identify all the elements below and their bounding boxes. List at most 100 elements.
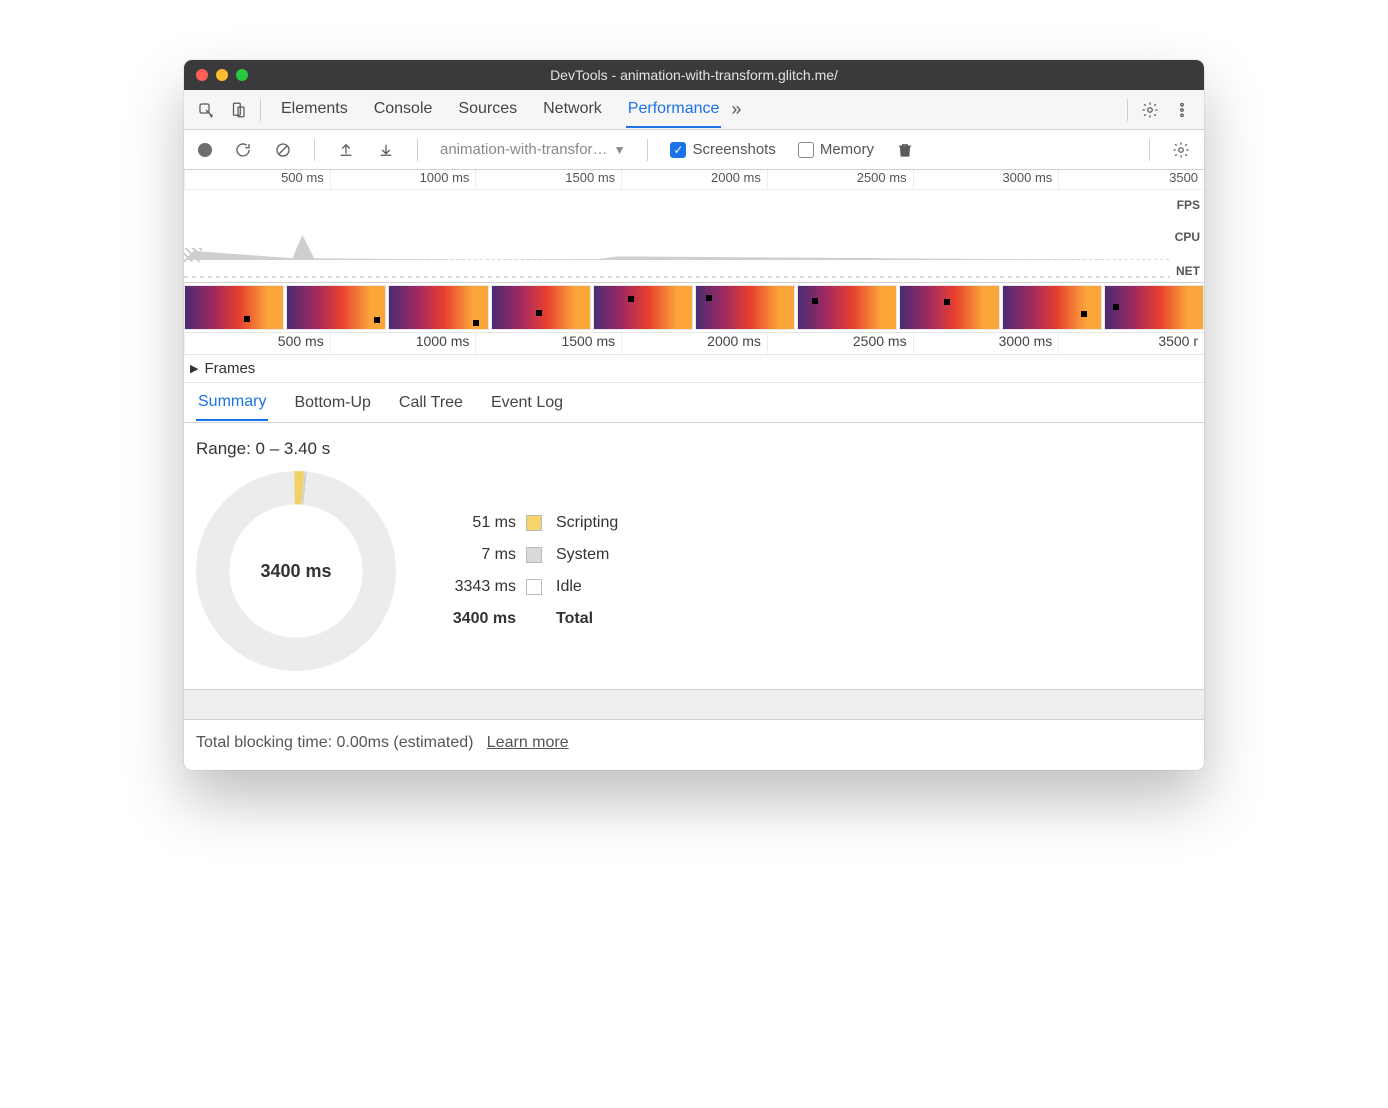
dropdown-caret-icon: ▼ bbox=[614, 143, 626, 157]
summary-legend: 51 ms Scripting 7 ms System 3343 ms Idle… bbox=[426, 514, 618, 628]
record-button[interactable] bbox=[192, 143, 218, 157]
legend-label: Scripting bbox=[556, 514, 618, 532]
tick: 3000 ms bbox=[913, 170, 1059, 189]
close-window-button[interactable] bbox=[196, 69, 208, 81]
kebab-menu-icon[interactable] bbox=[1166, 94, 1198, 126]
tick: 500 ms bbox=[184, 333, 330, 354]
cpu-lane-label: CPU bbox=[1175, 230, 1200, 244]
net-lane-label: NET bbox=[1176, 264, 1200, 278]
overview-lanes: FPS CPU NET bbox=[184, 190, 1204, 282]
memory-checkbox[interactable] bbox=[798, 142, 814, 158]
save-profile-button[interactable] bbox=[371, 141, 401, 159]
tab-call-tree[interactable]: Call Tree bbox=[397, 386, 465, 420]
tick: 2500 ms bbox=[767, 333, 913, 354]
tick: 1500 ms bbox=[475, 170, 621, 189]
garbage-collect-button[interactable] bbox=[890, 141, 920, 159]
tick: 2000 ms bbox=[621, 170, 767, 189]
frames-label: Frames bbox=[204, 360, 255, 377]
screenshots-checkbox[interactable]: ✓ bbox=[670, 142, 686, 158]
range-label: Range: 0 – 3.40 s bbox=[196, 439, 1192, 459]
filmstrip-frame[interactable] bbox=[593, 285, 693, 330]
cpu-chart bbox=[184, 224, 1170, 260]
tab-performance[interactable]: Performance bbox=[626, 92, 722, 128]
learn-more-link[interactable]: Learn more bbox=[487, 734, 569, 751]
titlebar: DevTools - animation-with-transform.glit… bbox=[184, 60, 1204, 90]
legend-value: 51 ms bbox=[426, 514, 516, 532]
divider bbox=[417, 139, 418, 161]
tick: 3000 ms bbox=[913, 333, 1059, 354]
overview-ruler: 500 ms 1000 ms 1500 ms 2000 ms 2500 ms 3… bbox=[184, 170, 1204, 190]
tab-console[interactable]: Console bbox=[372, 92, 435, 128]
tab-event-log[interactable]: Event Log bbox=[489, 386, 565, 420]
tick: 500 ms bbox=[184, 170, 330, 189]
reload-record-button[interactable] bbox=[228, 141, 258, 159]
legend-swatch-scripting bbox=[526, 515, 542, 531]
filmstrip-frame[interactable] bbox=[491, 285, 591, 330]
divider bbox=[1149, 139, 1150, 161]
net-lane bbox=[184, 276, 1170, 278]
more-tabs-icon[interactable]: » bbox=[721, 99, 751, 120]
inspect-icon[interactable] bbox=[190, 94, 222, 126]
tab-summary[interactable]: Summary bbox=[196, 385, 268, 421]
frame-marker bbox=[1081, 311, 1087, 317]
settings-icon[interactable] bbox=[1134, 94, 1166, 126]
filmstrip-frame[interactable] bbox=[899, 285, 999, 330]
minimize-window-button[interactable] bbox=[216, 69, 228, 81]
timeline-overview[interactable]: 500 ms 1000 ms 1500 ms 2000 ms 2500 ms 3… bbox=[184, 170, 1204, 283]
memory-label: Memory bbox=[820, 141, 874, 158]
filmstrip-frame[interactable] bbox=[388, 285, 488, 330]
traffic-lights bbox=[184, 69, 248, 81]
tab-bottom-up[interactable]: Bottom-Up bbox=[292, 386, 372, 420]
tick: 3500 r bbox=[1058, 333, 1204, 354]
performance-toolbar: animation-with-transfor… ▼ ✓ Screenshots… bbox=[184, 130, 1204, 170]
filmstrip-frame[interactable] bbox=[797, 285, 897, 330]
fps-lane-label: FPS bbox=[1177, 198, 1200, 212]
memory-toggle[interactable]: Memory bbox=[792, 141, 880, 158]
legend-label: System bbox=[556, 546, 618, 564]
frame-marker bbox=[944, 299, 950, 305]
details-tabbar: Summary Bottom-Up Call Tree Event Log bbox=[184, 383, 1204, 423]
screenshots-label: Screenshots bbox=[692, 141, 775, 158]
tick: 1000 ms bbox=[330, 333, 476, 354]
recording-selector[interactable]: animation-with-transfor… ▼ bbox=[434, 141, 631, 158]
load-profile-button[interactable] bbox=[331, 141, 361, 159]
filmstrip-frame[interactable] bbox=[286, 285, 386, 330]
tick: 1000 ms bbox=[330, 170, 476, 189]
footer: Total blocking time: 0.00ms (estimated) … bbox=[184, 720, 1204, 770]
tab-network[interactable]: Network bbox=[541, 92, 604, 128]
device-toggle-icon[interactable] bbox=[222, 94, 254, 126]
filmstrip-frame[interactable] bbox=[184, 285, 284, 330]
window-title: DevTools - animation-with-transform.glit… bbox=[550, 67, 838, 83]
filmstrip-frame[interactable] bbox=[1104, 285, 1204, 330]
frame-marker bbox=[374, 317, 380, 323]
legend-swatch-idle bbox=[526, 579, 542, 595]
filmstrip-frame[interactable] bbox=[695, 285, 795, 330]
screenshot-filmstrip[interactable] bbox=[184, 283, 1204, 333]
frames-track-header[interactable]: ▶ Frames bbox=[184, 355, 1204, 383]
frame-marker bbox=[628, 296, 634, 302]
frame-marker bbox=[473, 320, 479, 326]
tab-elements[interactable]: Elements bbox=[279, 92, 350, 128]
flame-chart-ruler: 500 ms 1000 ms 1500 ms 2000 ms 2500 ms 3… bbox=[184, 333, 1204, 355]
tick: 3500 bbox=[1058, 170, 1204, 189]
tick: 1500 ms bbox=[475, 333, 621, 354]
frame-marker bbox=[1113, 304, 1119, 310]
clear-button[interactable] bbox=[268, 141, 298, 159]
screenshots-toggle[interactable]: ✓ Screenshots bbox=[664, 141, 781, 158]
drawer-strip bbox=[184, 690, 1204, 720]
tab-sources[interactable]: Sources bbox=[456, 92, 519, 128]
total-blocking-time-label: Total blocking time: 0.00ms (estimated) bbox=[196, 734, 473, 751]
divider bbox=[314, 139, 315, 161]
legend-label: Idle bbox=[556, 578, 618, 596]
donut-center-label: 3400 ms bbox=[196, 471, 396, 671]
capture-settings-icon[interactable] bbox=[1166, 141, 1196, 159]
devtools-window: DevTools - animation-with-transform.glit… bbox=[184, 60, 1204, 770]
frame-marker bbox=[244, 316, 250, 322]
legend-value: 7 ms bbox=[426, 546, 516, 564]
divider bbox=[647, 139, 648, 161]
frame-marker bbox=[812, 298, 818, 304]
divider bbox=[260, 99, 261, 121]
maximize-window-button[interactable] bbox=[236, 69, 248, 81]
panel-tabs: Elements Console Sources Network Perform… bbox=[279, 92, 721, 128]
filmstrip-frame[interactable] bbox=[1002, 285, 1102, 330]
